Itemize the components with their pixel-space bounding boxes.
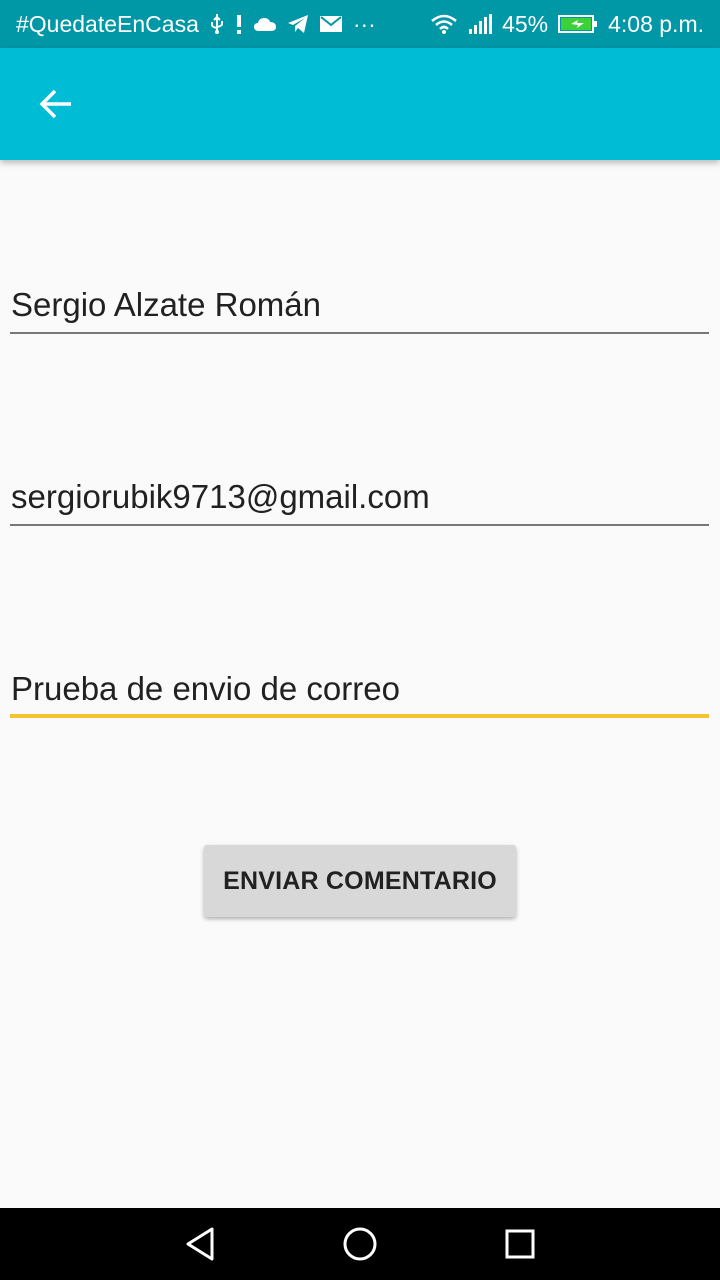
telegram-icon xyxy=(287,14,309,34)
status-hashtag: #QuedateEnCasa xyxy=(16,10,199,37)
clock: 4:08 p.m. xyxy=(608,10,704,37)
email-field[interactable]: sergiorubik9713@gmail.com xyxy=(10,466,709,526)
name-field[interactable]: Sergio Alzate Román xyxy=(10,274,709,334)
name-underline xyxy=(10,332,709,334)
recents-square-icon xyxy=(505,1229,535,1259)
usb-icon xyxy=(209,13,225,35)
wifi-icon xyxy=(430,13,458,35)
send-comment-button[interactable]: ENVIAR COMENTARIO xyxy=(204,845,516,917)
mail-icon xyxy=(319,15,343,33)
back-triangle-icon xyxy=(186,1227,214,1261)
email-underline xyxy=(10,524,709,526)
battery-percent: 45% xyxy=(502,10,549,37)
battery-charging-icon xyxy=(558,14,598,34)
nav-home-button[interactable] xyxy=(340,1224,380,1264)
status-right: 45% 4:08 p.m. xyxy=(430,11,704,38)
home-circle-icon xyxy=(343,1227,377,1261)
more-notifications-icon: ··· xyxy=(352,10,376,37)
alert-icon xyxy=(235,13,243,35)
nav-back-button[interactable] xyxy=(180,1224,220,1264)
comment-underline xyxy=(10,714,709,718)
arrow-back-icon xyxy=(39,89,71,119)
status-bar: #QuedateEnCasa ··· 45% 4:08 p.m. xyxy=(0,0,720,48)
nav-recents-button[interactable] xyxy=(500,1224,540,1264)
app-toolbar xyxy=(0,48,720,160)
signal-icon xyxy=(468,13,493,35)
cloud-icon xyxy=(253,16,277,32)
comment-field[interactable]: Prueba de envio de correo xyxy=(10,658,709,718)
comment-value: Prueba de envio de correo xyxy=(11,670,400,707)
status-left: #QuedateEnCasa ··· xyxy=(16,11,376,38)
email-value: sergiorubik9713@gmail.com xyxy=(11,478,430,515)
name-value: Sergio Alzate Román xyxy=(11,286,322,323)
back-button[interactable] xyxy=(28,76,84,132)
navigation-bar xyxy=(0,1208,720,1280)
